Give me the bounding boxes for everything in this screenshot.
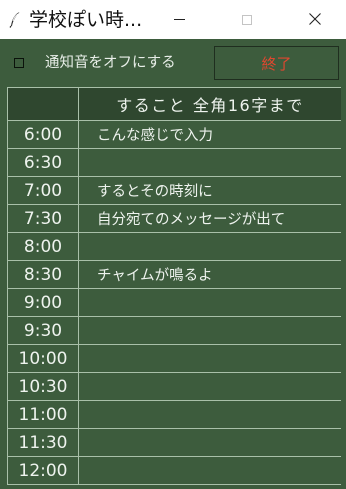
schedule-table-container: すること 全角16字まで 6:00 こんな感じで入力 6:30 7:00 するとその時刻… bbox=[7, 87, 341, 489]
task-input-cell[interactable] bbox=[78, 316, 341, 345]
table-row: 11:00 bbox=[7, 400, 341, 429]
header-time bbox=[7, 87, 79, 121]
table-row: 11:30 bbox=[7, 428, 341, 457]
time-cell: 11:00 bbox=[7, 400, 79, 429]
time-cell: 9:00 bbox=[7, 288, 79, 317]
minimize-icon bbox=[173, 10, 185, 29]
task-input-cell[interactable]: こんな感じで入力 bbox=[78, 120, 341, 149]
time-cell: 10:00 bbox=[7, 344, 79, 373]
maximize-button bbox=[224, 0, 270, 39]
time-cell: 9:30 bbox=[7, 316, 79, 345]
minimize-button[interactable] bbox=[156, 0, 202, 39]
task-input-cell[interactable] bbox=[78, 428, 341, 457]
mute-checkbox-label[interactable]: 通知音をオフにする bbox=[45, 53, 176, 73]
schedule-table: すること 全角16字まで 6:00 こんな感じで入力 6:30 7:00 するとその時刻… bbox=[7, 87, 341, 485]
task-input-cell[interactable] bbox=[78, 288, 341, 317]
time-cell: 12:00 bbox=[7, 456, 79, 485]
table-row: 10:00 bbox=[7, 344, 341, 373]
schedule-body: 6:00 こんな感じで入力 6:30 7:00 するとその時刻に 7:30 自分宛てのメッセ… bbox=[7, 120, 341, 485]
mute-checkbox[interactable] bbox=[14, 58, 24, 68]
table-row: 9:00 bbox=[7, 288, 341, 317]
table-row: 7:30 自分宛てのメッセージが出て bbox=[7, 204, 341, 233]
table-row: 12:00 bbox=[7, 456, 341, 485]
close-button[interactable] bbox=[292, 0, 338, 39]
table-row: 7:00 するとその時刻に bbox=[7, 176, 341, 205]
table-row: 6:00 こんな感じで入力 bbox=[7, 120, 341, 149]
task-input-cell[interactable]: するとその時刻に bbox=[78, 176, 341, 205]
exit-button[interactable]: 終了 bbox=[214, 46, 339, 80]
time-cell: 8:00 bbox=[7, 232, 79, 261]
table-row: 6:30 bbox=[7, 148, 341, 177]
time-cell: 7:00 bbox=[7, 176, 79, 205]
exit-button-label: 終了 bbox=[261, 54, 292, 73]
task-input-cell[interactable] bbox=[78, 372, 341, 401]
table-row: 8:30 チャイムが鳴るよ bbox=[7, 260, 341, 289]
task-input-cell[interactable] bbox=[78, 344, 341, 373]
close-icon bbox=[309, 10, 321, 29]
title-bar[interactable]: 学校ぽい時... bbox=[0, 0, 346, 39]
task-input-cell[interactable] bbox=[78, 456, 341, 485]
time-cell: 7:30 bbox=[7, 204, 79, 233]
task-input-cell[interactable] bbox=[78, 148, 341, 177]
app-window: 学校ぽい時... 通知音をオフにする 終了 すること 全角16字まで 6:00 … bbox=[0, 0, 346, 489]
table-row: 9:30 bbox=[7, 316, 341, 345]
window-title: 学校ぽい時... bbox=[29, 9, 143, 31]
time-cell: 8:30 bbox=[7, 260, 79, 289]
time-cell: 11:30 bbox=[7, 428, 79, 457]
header-task: すること 全角16字まで bbox=[78, 87, 341, 121]
task-input-cell[interactable]: チャイムが鳴るよ bbox=[78, 260, 341, 289]
table-header-row: すること 全角16字まで bbox=[7, 87, 341, 121]
task-input-cell[interactable] bbox=[78, 232, 341, 261]
table-row: 8:00 bbox=[7, 232, 341, 261]
controls-bar: 通知音をオフにする 終了 bbox=[0, 39, 346, 87]
feather-icon bbox=[9, 11, 21, 28]
table-row: 10:30 bbox=[7, 372, 341, 401]
task-input-cell[interactable]: 自分宛てのメッセージが出て bbox=[78, 204, 341, 233]
time-cell: 6:00 bbox=[7, 120, 79, 149]
time-cell: 10:30 bbox=[7, 372, 79, 401]
time-cell: 6:30 bbox=[7, 148, 79, 177]
maximize-icon bbox=[242, 10, 252, 29]
task-input-cell[interactable] bbox=[78, 400, 341, 429]
